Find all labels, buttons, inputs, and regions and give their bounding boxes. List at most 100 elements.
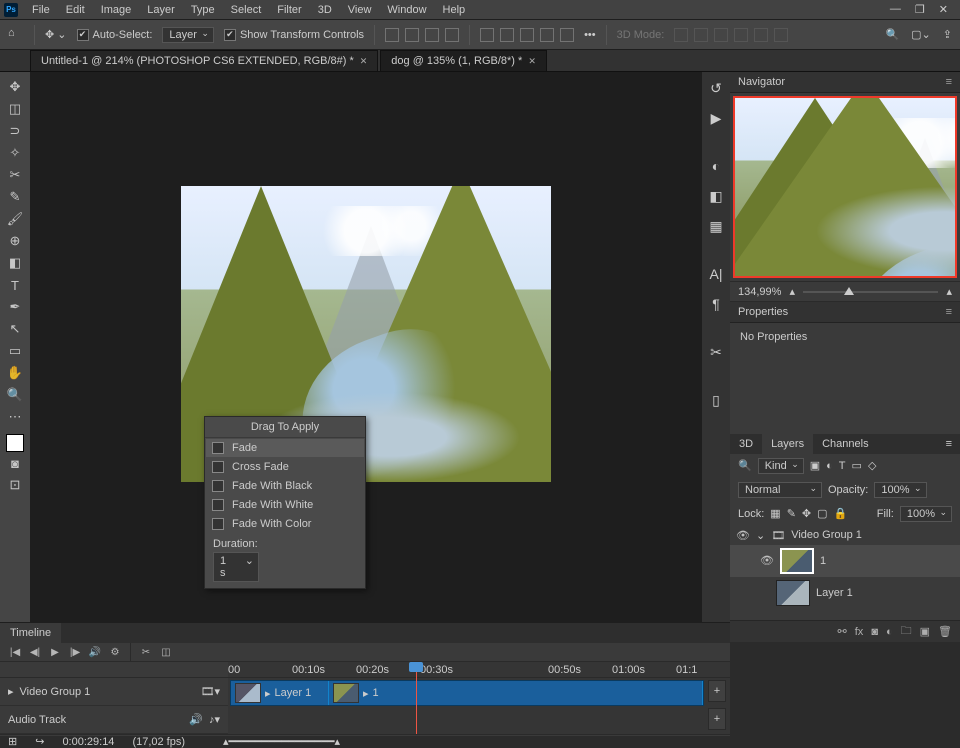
navigator-preview[interactable] [733,96,957,278]
menu-filter[interactable]: Filter [269,2,309,18]
timeline-tracks[interactable]: 00 00:10s 00:20s 00:30s 00:50s 01:00s 01… [228,662,730,734]
transition-crossfade[interactable]: Cross Fade [206,458,364,476]
auto-select-target[interactable]: Layer [162,27,214,43]
film-icon[interactable]: 🎞▾ [201,685,221,698]
hand-tool[interactable]: ✋ [3,362,27,384]
panel-menu-icon[interactable]: ≡ [946,306,952,318]
menu-3d[interactable]: 3D [310,2,340,18]
crop-tool[interactable]: ✂ [3,164,27,186]
mask-icon[interactable]: ◙ [871,626,878,638]
visibility-icon[interactable]: 👁 [760,554,774,567]
tab-3d[interactable]: 3D [730,434,762,454]
render-icon[interactable]: ↪ [35,735,44,748]
filter-smart-icon[interactable]: ◇ [868,459,876,472]
menu-window[interactable]: Window [379,2,434,18]
screenmode-icon[interactable]: ⊡ [3,474,27,496]
share-icon[interactable]: ⇪ [943,28,952,41]
zoom-in-icon[interactable]: ▴ [946,285,952,298]
clip-layer1[interactable]: ▸Layer 1 [231,681,329,705]
menu-edit[interactable]: Edit [58,2,93,18]
settings-button[interactable]: ⚙ [106,643,124,661]
prev-frame-button[interactable]: ◀| [26,643,44,661]
current-time[interactable]: 0:00:29:14 [62,736,114,748]
new-layer-icon[interactable]: ▣ [920,625,930,638]
menu-select[interactable]: Select [223,2,270,18]
tab-channels[interactable]: Channels [813,434,877,454]
split-button[interactable]: ✂ [137,643,155,661]
layer-item[interactable]: Layer 1 [730,577,960,609]
auto-select-checkbox[interactable]: ✔Auto-Select: [77,29,153,41]
add-media-button[interactable]: + [708,680,726,702]
gradient-tool[interactable]: ◧ [3,252,27,274]
search-icon[interactable]: 🔍 [885,28,899,41]
fill-value[interactable]: 100% [900,506,952,522]
zoom-tool[interactable]: 🔍 [3,384,27,406]
blend-mode[interactable]: Normal [738,482,822,498]
filter-shape-icon[interactable]: ▭ [852,459,862,472]
transition-fade-black[interactable]: Fade With Black [206,477,364,495]
video-track[interactable]: ▸Layer 1 ▸1 [230,680,704,706]
more-icon[interactable]: ••• [584,29,596,41]
path-tool[interactable]: ↖ [3,318,27,340]
track-video-group[interactable]: ▸ Video Group 1 🎞▾ [0,678,228,706]
lock-move-icon[interactable]: ✥ [802,507,811,520]
distribute-buttons[interactable] [480,28,574,42]
transition-fade-color[interactable]: Fade With Color [206,515,364,533]
tools-preset-icon[interactable]: ✂ [706,342,726,362]
convert-icon[interactable]: ⊞ [8,735,17,748]
layer-item[interactable]: 👁 1 [730,545,960,577]
clip-1[interactable]: ▸1 [329,681,703,705]
transition-fade[interactable]: Fade [206,439,364,457]
lock-all-icon[interactable]: 🔒 [834,507,848,520]
character-icon[interactable]: A| [706,264,726,284]
panel-menu-icon[interactable]: ≡ [937,434,960,454]
swatches-icon[interactable]: ▦ [706,216,726,236]
show-transform-checkbox[interactable]: ✔Show Transform Controls [224,29,364,41]
timeline-tab[interactable]: Timeline [0,623,61,643]
chevron-down-icon[interactable]: ⌄ [756,529,765,542]
tab-layers[interactable]: Layers [762,434,813,454]
menu-file[interactable]: File [24,2,58,18]
filter-kind[interactable]: Kind [758,458,804,474]
nav-zoom-value[interactable]: 134,99% [738,286,781,298]
first-frame-button[interactable]: |◀ [6,643,24,661]
lock-brush-icon[interactable]: ✎ [787,507,796,520]
zoom-out-icon[interactable]: ▴ [789,285,795,298]
eyedropper-tool[interactable]: ✎ [3,186,27,208]
properties-header[interactable]: Properties≡ [730,302,960,323]
menu-layer[interactable]: Layer [139,2,183,18]
layer-group[interactable]: 👁 ⌄ 🎞 Video Group 1 [730,526,960,545]
paragraph-icon[interactable]: ¶ [706,294,726,314]
zoom-slider[interactable] [803,291,939,293]
close-tab-icon[interactable]: ✕ [360,56,368,67]
playhead[interactable] [416,662,417,734]
mute-icon[interactable]: 🔊 [189,713,203,726]
opacity-value[interactable]: 100% [874,482,926,498]
maximize-icon[interactable]: ❐ [915,3,925,16]
note-icon[interactable]: ♪▾ [209,713,220,726]
home-icon[interactable]: ⌂ [8,27,24,43]
adjustments-icon[interactable]: ◐ [706,156,726,176]
zoom-slider-mini[interactable]: ▴━━━━━━━━━━━━━━━━▴ [203,735,722,748]
align-buttons[interactable] [385,28,459,42]
lock-pixel-icon[interactable]: ▦ [770,507,780,520]
duration-input[interactable]: 1 s [213,552,259,582]
move-tool-icon[interactable]: ✥ ⌄ [45,28,67,41]
add-audio-button[interactable]: + [708,708,726,730]
canvas[interactable]: 134,99% 352 px x 288 px (72 ppi) 〉 [30,72,702,642]
stamp-tool[interactable]: ⊕ [3,230,27,252]
menu-view[interactable]: View [340,2,380,18]
lasso-tool[interactable]: ⊃ [3,120,27,142]
chevron-right-icon[interactable]: ▸ [8,685,14,698]
library-icon[interactable]: ▯ [706,390,726,410]
navigator-header[interactable]: Navigator≡ [730,72,960,93]
workspace-icon[interactable]: ▢⌄ [911,28,931,41]
filter-pixel-icon[interactable]: ▣ [810,459,820,472]
move-tool[interactable]: ✥ [3,76,27,98]
brush-tool[interactable]: 🖌 [3,208,27,230]
trash-icon[interactable]: 🗑 [938,625,952,638]
play-button[interactable]: ▶ [46,643,64,661]
filter-adjust-icon[interactable]: ◐ [826,460,833,472]
play-icon[interactable]: ▶ [706,108,726,128]
tab-dog[interactable]: dog @ 135% (1, RGB/8*) *✕ [380,50,547,71]
